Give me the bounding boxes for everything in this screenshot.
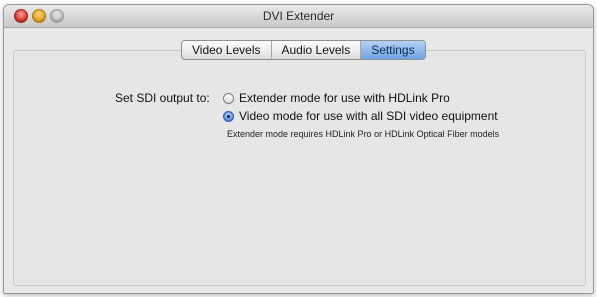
tab-audio-levels[interactable]: Audio Levels — [272, 41, 362, 59]
extender-mode-option[interactable]: Extender mode for use with HDLink Pro — [223, 91, 450, 105]
video-mode-option[interactable]: Video mode for use with all SDI video eq… — [223, 109, 498, 123]
tab-bar: Video Levels Audio Levels Settings — [181, 40, 426, 60]
extender-mode-label: Extender mode for use with HDLink Pro — [239, 91, 450, 105]
sdi-output-label: Set SDI output to: — [115, 91, 210, 105]
app-window: DVI Extender Video Levels Audio Levels S… — [3, 4, 594, 294]
extender-mode-radio[interactable] — [223, 92, 234, 104]
settings-panel — [13, 50, 586, 286]
tab-settings[interactable]: Settings — [361, 41, 425, 59]
video-mode-radio[interactable] — [223, 110, 234, 122]
tab-video-levels[interactable]: Video Levels — [182, 41, 272, 59]
extender-mode-note: Extender mode requires HDLink Pro or HDL… — [227, 129, 500, 139]
window-title: DVI Extender — [262, 9, 335, 23]
video-mode-label: Video mode for use with all SDI video eq… — [239, 109, 498, 123]
title-bar[interactable]: DVI Extender — [4, 5, 593, 28]
